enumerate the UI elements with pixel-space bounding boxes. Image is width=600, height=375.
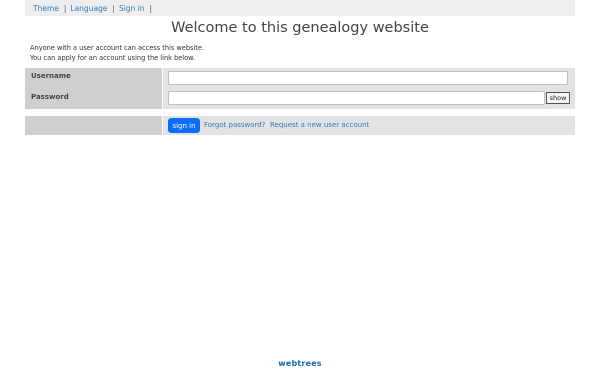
- actions-cell: sign in Forgot password? Request a new u…: [163, 116, 575, 135]
- forgot-password-link[interactable]: Forgot password?: [204, 121, 265, 129]
- sign-in-button[interactable]: sign in: [168, 118, 200, 133]
- password-field[interactable]: [168, 91, 545, 105]
- intro-text: Anyone with a user account can access th…: [30, 43, 204, 63]
- show-password-button[interactable]: show: [546, 92, 570, 104]
- intro-line-2: You can apply for an account using the l…: [30, 54, 196, 62]
- theme-menu-link[interactable]: Theme: [33, 4, 59, 13]
- page-title: Welcome to this genealogy website: [171, 20, 429, 36]
- intro-line-1: Anyone with a user account can access th…: [30, 44, 205, 52]
- password-cell: show: [163, 88, 575, 109]
- webtrees-logo[interactable]: webtrees: [0, 359, 600, 368]
- sign-in-menu-link[interactable]: Sign in: [119, 4, 145, 13]
- menu-separator: |: [112, 3, 115, 13]
- top-menu-bar: Theme | Language | Sign in |: [25, 0, 575, 16]
- username-label: Username: [25, 68, 162, 88]
- username-cell: [163, 68, 575, 88]
- password-label: Password: [25, 88, 162, 109]
- request-account-link[interactable]: Request a new user account: [270, 121, 369, 129]
- actions-label-cell: [25, 116, 162, 135]
- menu-separator: |: [149, 3, 153, 13]
- page: Theme | Language | Sign in | Welcome to …: [0, 0, 600, 375]
- username-field[interactable]: [168, 71, 568, 85]
- language-menu-link[interactable]: Language: [70, 4, 107, 13]
- menu-separator: |: [63, 3, 67, 13]
